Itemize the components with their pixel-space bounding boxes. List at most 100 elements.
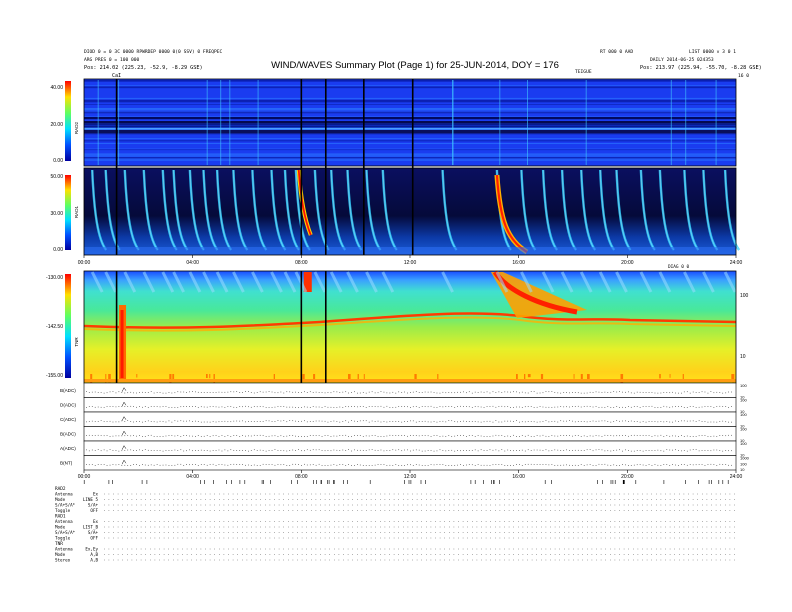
rad2-band-light [84,128,736,130]
rad1-tick-top: 50.00 [50,174,63,180]
tnr-noise [527,374,531,378]
header-mid-right-label: TEIGUE [575,69,592,75]
line-panel-right-tick: 100 [740,427,747,432]
time-tick-label: 16:00 [512,474,525,480]
line-panel-right-tick: 10 [740,467,745,472]
status-row-value: S/A+ [88,530,99,535]
line-panel [83,455,737,471]
rad2-burst [715,80,717,165]
rad2-stripe [84,155,736,157]
status-row-key: S/A+S/A* [55,530,76,535]
tnr-noise [209,374,211,379]
tnr-label: TNR [74,337,79,347]
status-row-value: A,B [90,558,98,563]
rad2-burst [257,80,259,165]
rad1-tick-mid: 30.00 [50,211,63,217]
line-panel-right-tick: 1000 [740,456,750,461]
tnr-tick-mid: -142.50 [46,324,63,330]
rad2-tick-bottom: 0.00 [53,158,63,164]
rad2-stripe [84,104,736,105]
header-right-list: LIST 0000 v 3 0 1 [689,49,736,55]
status-row-value: Ex [93,519,99,524]
rad2-stripe [84,80,736,82]
tnr-tick-bottom: -155.00 [46,373,63,379]
tnr-impulse-core [120,310,124,378]
status-table: RAD2Antenna ExMode LINE 5S/A+S/A* S/A+Togg… [55,486,735,563]
rad2-band [84,130,736,134]
header-right-line-3: Pos: 213.97 (225.94, -55.70, -8.28 GSE) [640,65,762,71]
line-panel-label: C(ADC) [60,417,77,422]
rad2-band [84,126,736,128]
rad2-band [84,124,736,126]
rad2-stripe [84,86,736,89]
status-row-value: OFF [90,508,98,513]
rad2-burst [670,80,672,165]
line-panel [83,382,737,398]
time-tick-label: 20:00 [621,474,634,480]
rad2-stripe [84,149,736,151]
rad1-label: RAD1 [74,205,79,218]
rad2-stripe [84,133,736,135]
rad2-stripe [84,154,736,156]
header-right-marker: 16 0 [738,73,749,79]
tnr-noise [524,374,526,380]
rad2-stripe [84,111,736,114]
rad2-stripe [84,148,736,150]
rad1-tick-bottom: 0.00 [53,247,63,253]
tnr-noise [659,374,661,379]
tnr-noise [136,374,138,378]
rad2-burst [685,80,687,165]
status-row-value: Ex,Ey [85,547,98,552]
time-tick-label: 24:00 [730,260,743,266]
line-panel-right-tick: 100 [740,383,747,388]
time-tick-label: 04:00 [186,260,199,266]
line-panel-label: B(ADC) [60,388,76,393]
rad2-stripe [84,85,736,86]
rad2-burst [585,80,587,165]
status-row-key: Mode [55,525,66,530]
status-row-key: Mode [55,497,66,502]
time-tick-label: 16:00 [512,260,525,266]
header-left-line-1: DIOD 0 = 0 3C 0000 RPWRDEP 0000 0(0 SSV)… [84,49,223,55]
status-row-value: A,B [90,552,98,557]
rad2-label: RAD2 [74,121,79,134]
time-tick-label: 08:00 [295,474,308,480]
rad2-band [84,121,736,124]
plot-title: WIND/WAVES Summary Plot (Page 1) for 25-… [271,60,559,71]
time-tick-label: 04:00 [186,474,199,480]
time-tick-label: 00:00 [78,474,91,480]
header-left-line-3: Pos: 214.02 (225.23, -52.9, -8.29 GSE) [84,65,203,71]
rad2-stripe [84,143,736,144]
status-row-key: Toggle [55,508,71,513]
status-row-value: S/A+ [88,503,99,508]
rad2-stripe [84,100,736,102]
header-left-line-2: ARG PRES 0 = 100 000 [84,57,140,63]
rad2-burst [97,80,99,165]
status-row-value: LINE 5 [83,497,99,502]
rad2-stripe [84,158,736,160]
tnr-noise [414,374,417,380]
line-panel-right-tick: 100 [740,461,747,466]
rad2-stripe [84,153,736,155]
tnr-noise [573,374,575,379]
rad2-burst [118,80,120,165]
rad1-low-band [84,247,736,255]
header-right-top: RT 000 0 AAD [600,49,633,55]
status-row-key: Antenna [55,519,73,524]
rad2-burst [229,80,231,165]
status-row-value: Ex [93,492,99,497]
time-tick-label: 12:00 [404,474,417,480]
line-panel [83,397,737,413]
status-row-key: Antenna [55,547,73,552]
time-tick-label: 08:00 [295,260,308,266]
rad2-burst [206,80,208,165]
rad2-band [84,117,736,120]
tnr-tick-top: -130.00 [46,275,63,281]
line-panel-label: A(ADC) [60,446,76,451]
line-panel-right-tick: 100 [740,441,747,446]
time-tick-label: 24:00 [730,474,743,480]
tnr-noise [206,374,208,378]
line-panel [83,411,737,427]
header-right-line-2: DAILY 2014-06-25 024353 [650,57,714,63]
tnr-right-tick-100: 100 [740,293,749,299]
